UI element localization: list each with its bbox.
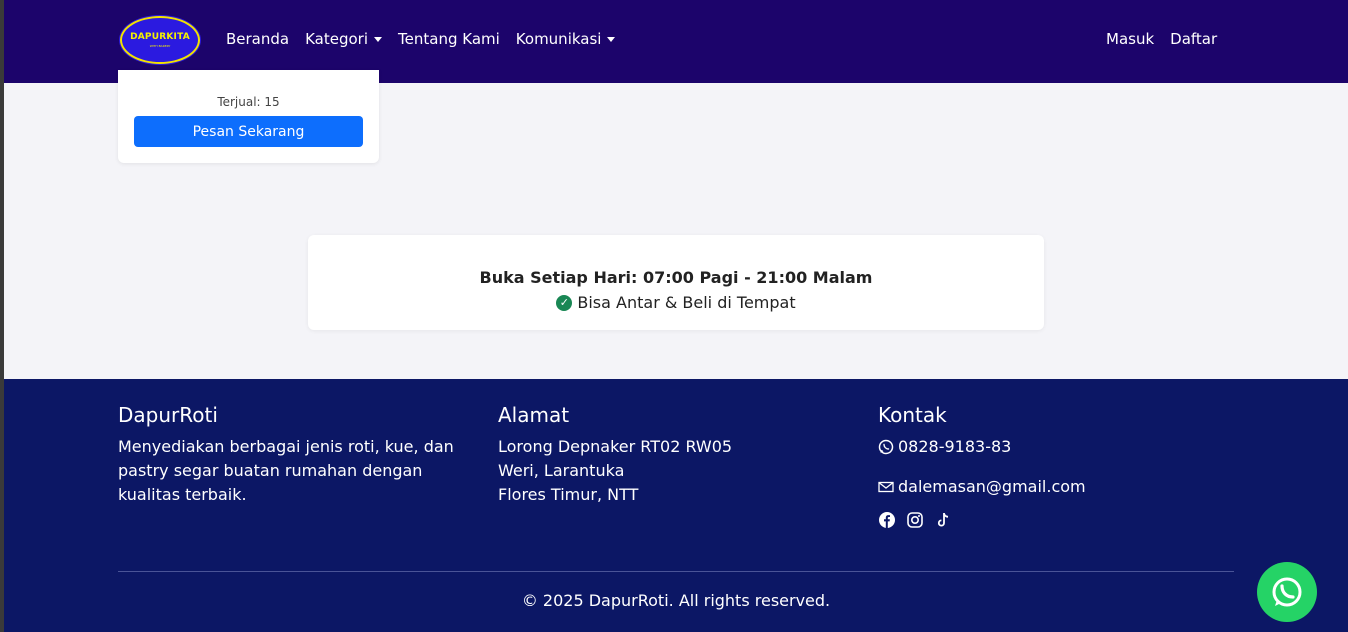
order-now-button[interactable]: Pesan Sekarang: [134, 116, 363, 147]
nav-link-label: Tentang Kami: [398, 30, 500, 48]
footer-divider: [118, 571, 1234, 572]
tiktok-icon[interactable]: [934, 511, 952, 529]
caret-down-icon: [607, 36, 616, 42]
nav-dropdown-komunikasi[interactable]: Komunikasi: [516, 30, 616, 48]
register-link[interactable]: Daftar: [1170, 30, 1217, 48]
address-line: Flores Timur, NTT: [498, 485, 639, 504]
address-line: Weri, Larantuka: [498, 461, 625, 480]
footer-contact: Kontak 0828-9183-83 dalemasan@gmail.com: [878, 403, 1218, 529]
nav-link-label: Komunikasi: [515, 30, 602, 48]
service-text: Bisa Antar & Beli di Tempat: [577, 293, 796, 312]
login-link[interactable]: Masuk: [1106, 30, 1154, 48]
logo-text: DAPURKITA: [130, 32, 190, 42]
phone-number: 0828-9183-83: [898, 437, 1012, 456]
caret-down-icon: [374, 36, 383, 42]
footer-address: Alamat Lorong Depnaker RT02 RW05 Weri, L…: [498, 403, 838, 507]
nav-link-label: Beranda: [226, 30, 290, 48]
opening-hours-title: Buka Setiap Hari: 07:00 Pagi - 21:00 Mal…: [479, 268, 873, 287]
whatsapp-icon: [1272, 577, 1302, 607]
social-links: [878, 511, 1218, 529]
service-info: ✓ Bisa Antar & Beli di Tempat: [308, 293, 1044, 312]
sold-count: Terjual: 15: [217, 95, 280, 109]
email-address: dalemasan@gmail.com: [898, 477, 1086, 496]
footer-contact-title: Kontak: [878, 403, 947, 427]
footer-address-title: Alamat: [498, 403, 570, 427]
facebook-icon[interactable]: [878, 511, 896, 529]
address-line: Lorong Depnaker RT02 RW05: [498, 437, 733, 456]
nav-link-tentang-kami[interactable]: Tentang Kami: [398, 30, 500, 48]
product-card: Terjual: 15 Pesan Sekarang: [118, 70, 379, 163]
page: DAPURKITA WITH BAKERY Beranda Kategori T…: [4, 0, 1348, 632]
instagram-icon[interactable]: [906, 511, 924, 529]
footer-about-title: DapurRoti: [118, 403, 218, 427]
opening-hours-box: Buka Setiap Hari: 07:00 Pagi - 21:00 Mal…: [308, 235, 1044, 330]
whatsapp-float-button[interactable]: [1257, 562, 1317, 622]
footer-about: DapurRoti Menyediakan berbagai jenis rot…: [118, 403, 468, 507]
phone-contact[interactable]: 0828-9183-83: [878, 435, 1218, 459]
nav-link-beranda[interactable]: Beranda: [226, 30, 289, 48]
footer: DapurRoti Menyediakan berbagai jenis rot…: [4, 379, 1348, 632]
footer-about-text: Menyediakan berbagai jenis roti, kue, da…: [118, 437, 454, 504]
envelope-icon: [878, 481, 894, 493]
check-circle-icon: ✓: [556, 294, 573, 311]
brand-logo[interactable]: DAPURKITA WITH BAKERY: [120, 16, 200, 64]
nav-link-label: Kategori: [305, 30, 369, 48]
nav-dropdown-kategori[interactable]: Kategori: [305, 30, 383, 48]
logo-subtext: WITH BAKERY: [149, 44, 171, 48]
whatsapp-icon: [878, 439, 894, 455]
auth-links: Masuk Daftar: [1106, 30, 1233, 48]
email-contact[interactable]: dalemasan@gmail.com: [878, 475, 1218, 499]
copyright-text: © 2025 DapurRoti. All rights reserved.: [521, 591, 831, 610]
nav-links: Beranda Kategori Tentang Kami Komunikasi: [226, 30, 631, 48]
